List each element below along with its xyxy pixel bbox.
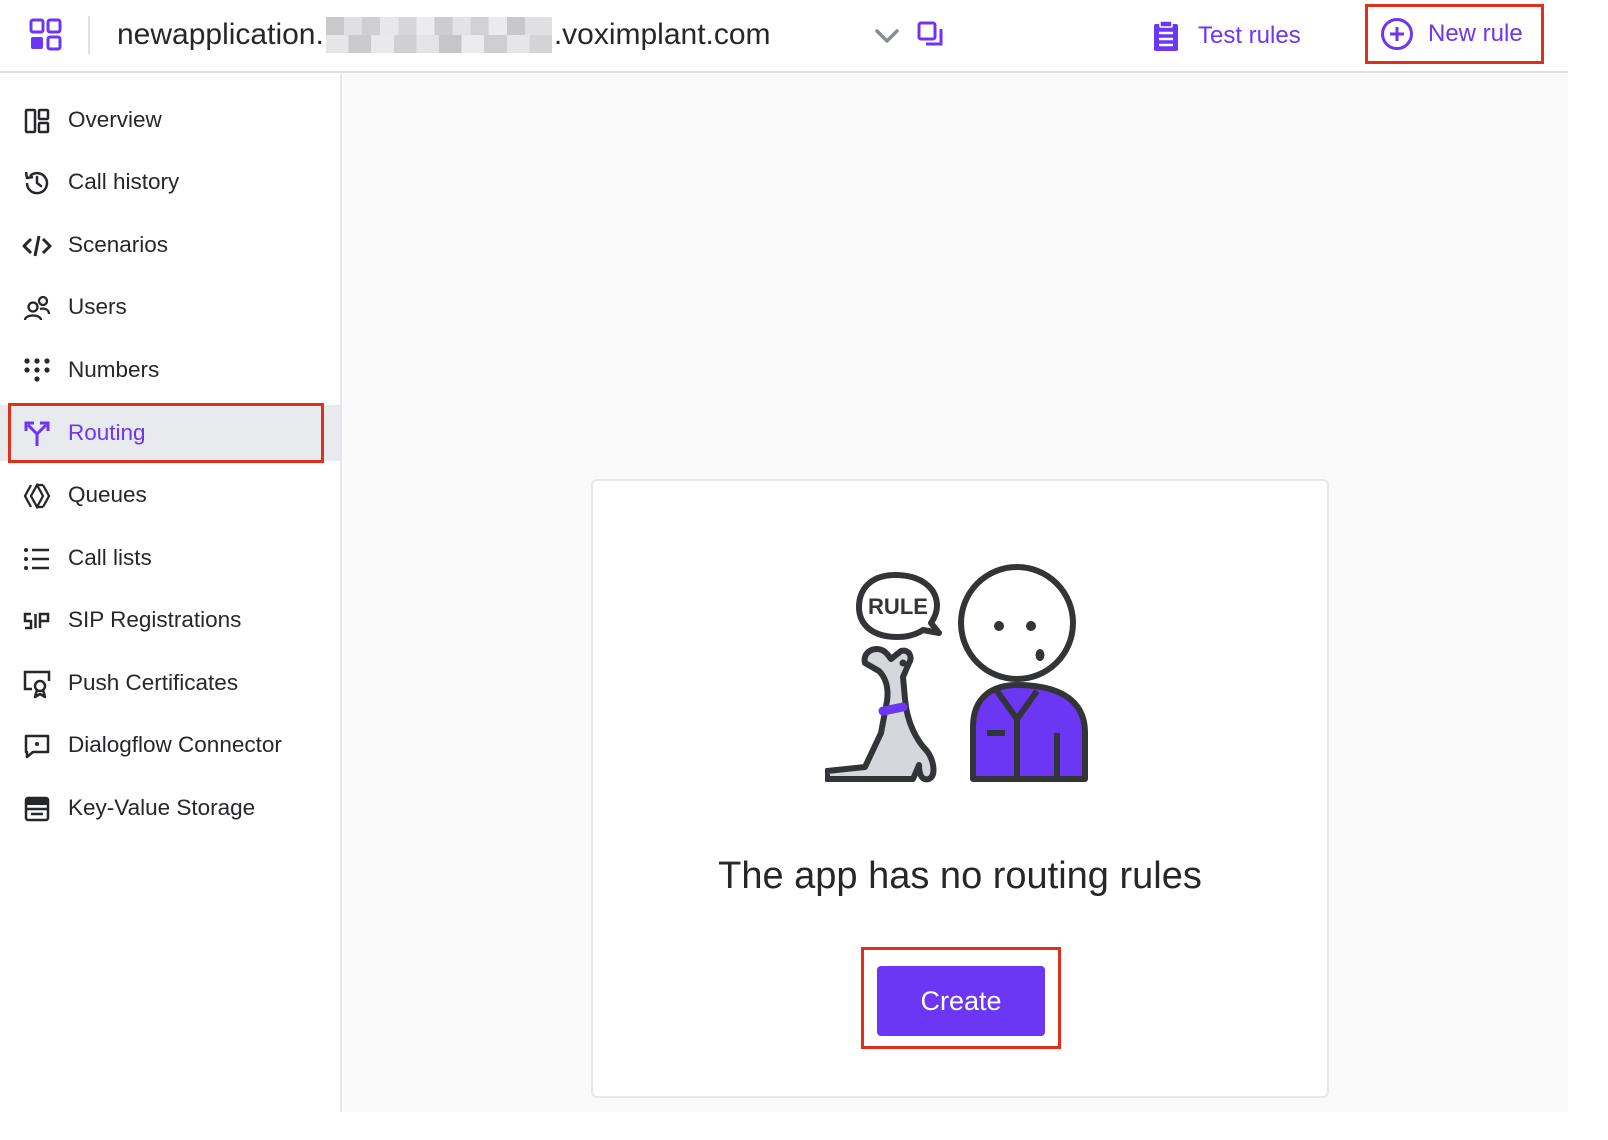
- new-rule-label: New rule: [1428, 20, 1523, 47]
- history-icon: [24, 171, 49, 195]
- list-icon: [24, 548, 49, 570]
- sidebar-item-call-history[interactable]: Call history: [0, 154, 340, 210]
- sidebar-item-label: Users: [68, 294, 127, 319]
- new-rule-button[interactable]: New rule: [1365, 4, 1544, 64]
- storage-icon: [24, 796, 50, 822]
- sidebar-item-label: Call lists: [68, 545, 152, 570]
- certificate-icon: [23, 670, 51, 699]
- sidebar-item-queues[interactable]: Queues: [0, 467, 340, 523]
- copy-icon[interactable]: [916, 20, 946, 50]
- test-rules-button[interactable]: Test rules: [1152, 16, 1301, 56]
- users-icon: [23, 295, 51, 321]
- create-button[interactable]: Create: [877, 966, 1045, 1036]
- sidebar-item-push-certificates[interactable]: Push Certificates: [0, 655, 340, 711]
- sidebar-item-label: Numbers: [68, 357, 160, 382]
- sidebar-item-key-value-storage[interactable]: Key-Value Storage: [0, 780, 340, 836]
- app-domain-title: newapplication. .voximplant.com: [117, 14, 771, 56]
- sidebar-item-label: Queues: [68, 482, 147, 507]
- sidebar-item-label: Dialogflow Connector: [68, 732, 282, 757]
- redacted-app-id: [325, 17, 552, 53]
- chevron-down-icon[interactable]: [872, 24, 902, 48]
- dog-and-person-illustration: RULE: [825, 564, 1088, 783]
- sidebar-item-label: Push Certificates: [68, 670, 239, 695]
- sidebar-item-call-lists[interactable]: Call lists: [0, 530, 340, 586]
- empty-state-title: The app has no routing rules: [718, 855, 1202, 897]
- empty-state-card: RULE The app has no routing rules Create: [591, 479, 1329, 1098]
- sidebar-item-dialogflow-connector[interactable]: Dialogflow Connector: [0, 717, 340, 773]
- sidebar-item-label: SIP Registrations: [68, 607, 242, 632]
- code-icon: [22, 235, 52, 257]
- sidebar-item-scenarios[interactable]: Scenarios: [0, 217, 340, 273]
- header-divider: [88, 16, 90, 54]
- sidebar-item-overview[interactable]: Overview: [0, 92, 340, 148]
- routing-icon: [24, 421, 50, 446]
- sidebar-item-label: Overview: [68, 107, 162, 132]
- clipboard-icon: [1154, 20, 1178, 51]
- sidebar-item-routing[interactable]: Routing: [0, 405, 340, 461]
- test-rules-label: Test rules: [1198, 22, 1301, 49]
- app-name-suffix: .voximplant.com: [553, 18, 771, 51]
- sidebar-item-label: Call history: [68, 169, 180, 194]
- apps-grid-icon[interactable]: [28, 17, 64, 53]
- queues-icon: [23, 482, 51, 510]
- main-content: RULE The app has no routing rules Create: [343, 74, 1568, 1112]
- sidebar-item-sip-registrations[interactable]: SIP Registrations: [0, 592, 340, 648]
- app-name-prefix: newapplication.: [117, 18, 324, 51]
- plus-circle-icon: [1381, 18, 1413, 50]
- sidebar-item-label: Key-Value Storage: [68, 795, 256, 820]
- overview-icon: [24, 108, 50, 134]
- sidebar-item-label: Scenarios: [68, 232, 169, 257]
- sidebar-item-label: Routing: [68, 420, 146, 445]
- svg-text:RULE: RULE: [868, 594, 928, 619]
- create-highlight: Create: [861, 947, 1061, 1049]
- sidebar-item-numbers[interactable]: Numbers: [0, 342, 340, 398]
- top-bar: newapplication. .voximplant.com Test rul…: [0, 0, 1568, 73]
- keypad-icon: [24, 358, 50, 382]
- chat-icon: [24, 734, 50, 759]
- sip-icon: [23, 612, 50, 630]
- sidebar-item-users[interactable]: Users: [0, 279, 340, 335]
- sidebar-nav: Overview Call history Scenarios Users Nu…: [0, 74, 342, 1112]
